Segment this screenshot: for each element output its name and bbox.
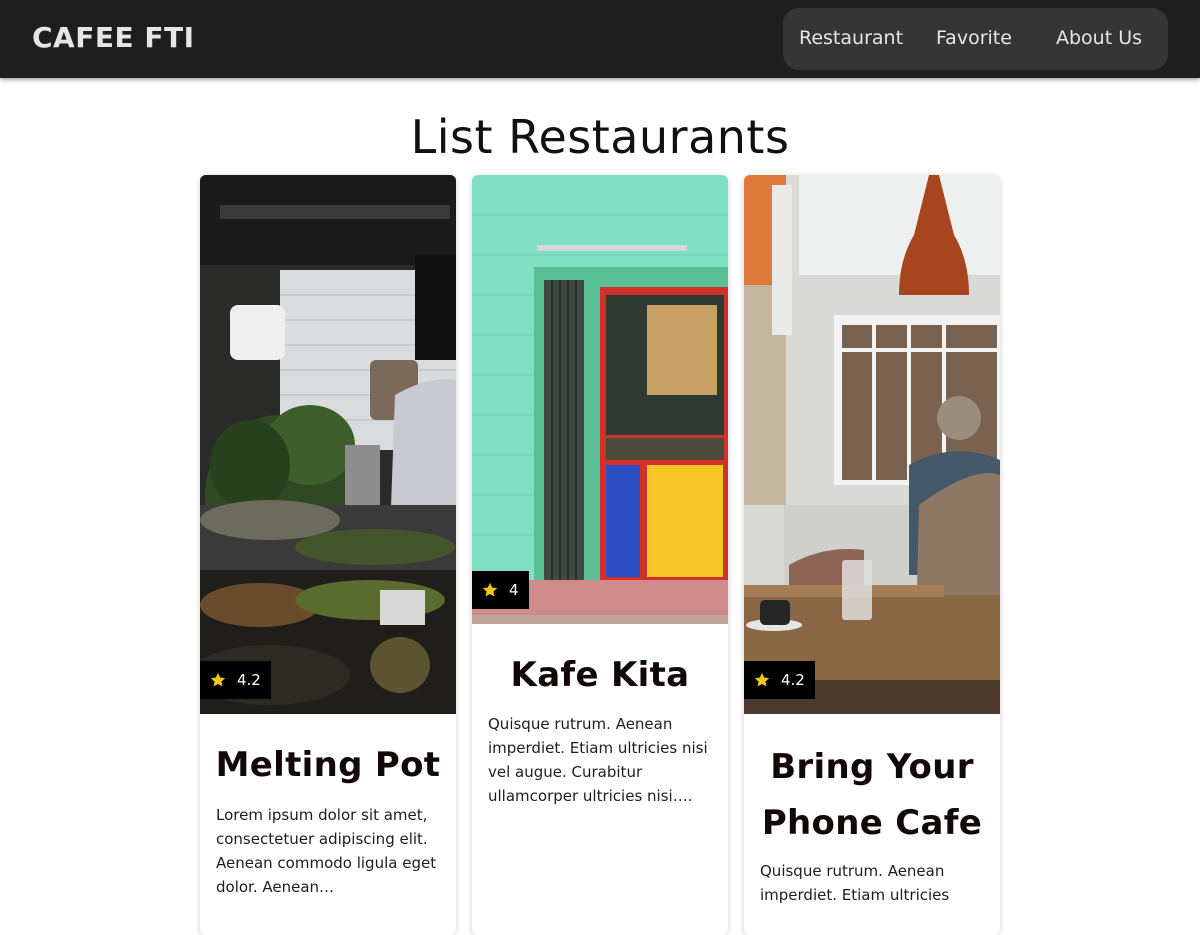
restaurant-name[interactable]: Kafe Kita	[472, 653, 728, 697]
restaurant-card[interactable]: 4 Kafe Kita Quisque rutrum. Aenean imper…	[472, 175, 728, 935]
restaurant-image	[200, 175, 456, 714]
page-title: List Restaurants	[410, 110, 790, 164]
nav-link-restaurant[interactable]: Restaurant	[799, 27, 903, 49]
star-icon	[482, 582, 498, 597]
app-header: CAFEE FTI Restaurant Favorite About Us	[0, 0, 1200, 78]
restaurant-image	[744, 175, 1000, 714]
nav-link-favorite[interactable]: Favorite	[936, 27, 1012, 49]
restaurant-description: Quisque rutrum. Aenean imperdiet. Etiam …	[488, 715, 708, 805]
star-icon	[210, 672, 226, 687]
restaurant-card[interactable]: 4.2 Bring Your Phone Cafe Quisque rutrum…	[744, 175, 1000, 935]
restaurant-image	[472, 175, 728, 624]
restaurant-card[interactable]: 4.2 Melting Pot Lorem ipsum dolor sit am…	[200, 175, 456, 935]
rating-value: 4.2	[781, 671, 805, 689]
nav-link-about-us[interactable]: About Us	[1056, 27, 1142, 49]
main-nav: Restaurant Favorite About Us	[783, 8, 1168, 70]
rating-badge: 4	[472, 571, 529, 609]
star-icon	[754, 672, 770, 687]
rating-value: 4	[509, 581, 519, 599]
restaurant-description: Lorem ipsum dolor sit amet, consectetuer…	[216, 806, 437, 896]
restaurant-name[interactable]: Melting Pot	[200, 743, 456, 787]
rating-badge: 4.2	[200, 661, 271, 699]
restaurant-name[interactable]: Bring Your Phone Cafe	[744, 739, 1000, 851]
rating-value: 4.2	[237, 671, 261, 689]
rating-badge: 4.2	[744, 661, 815, 699]
brand-logo[interactable]: CAFEE FTI	[32, 21, 195, 54]
